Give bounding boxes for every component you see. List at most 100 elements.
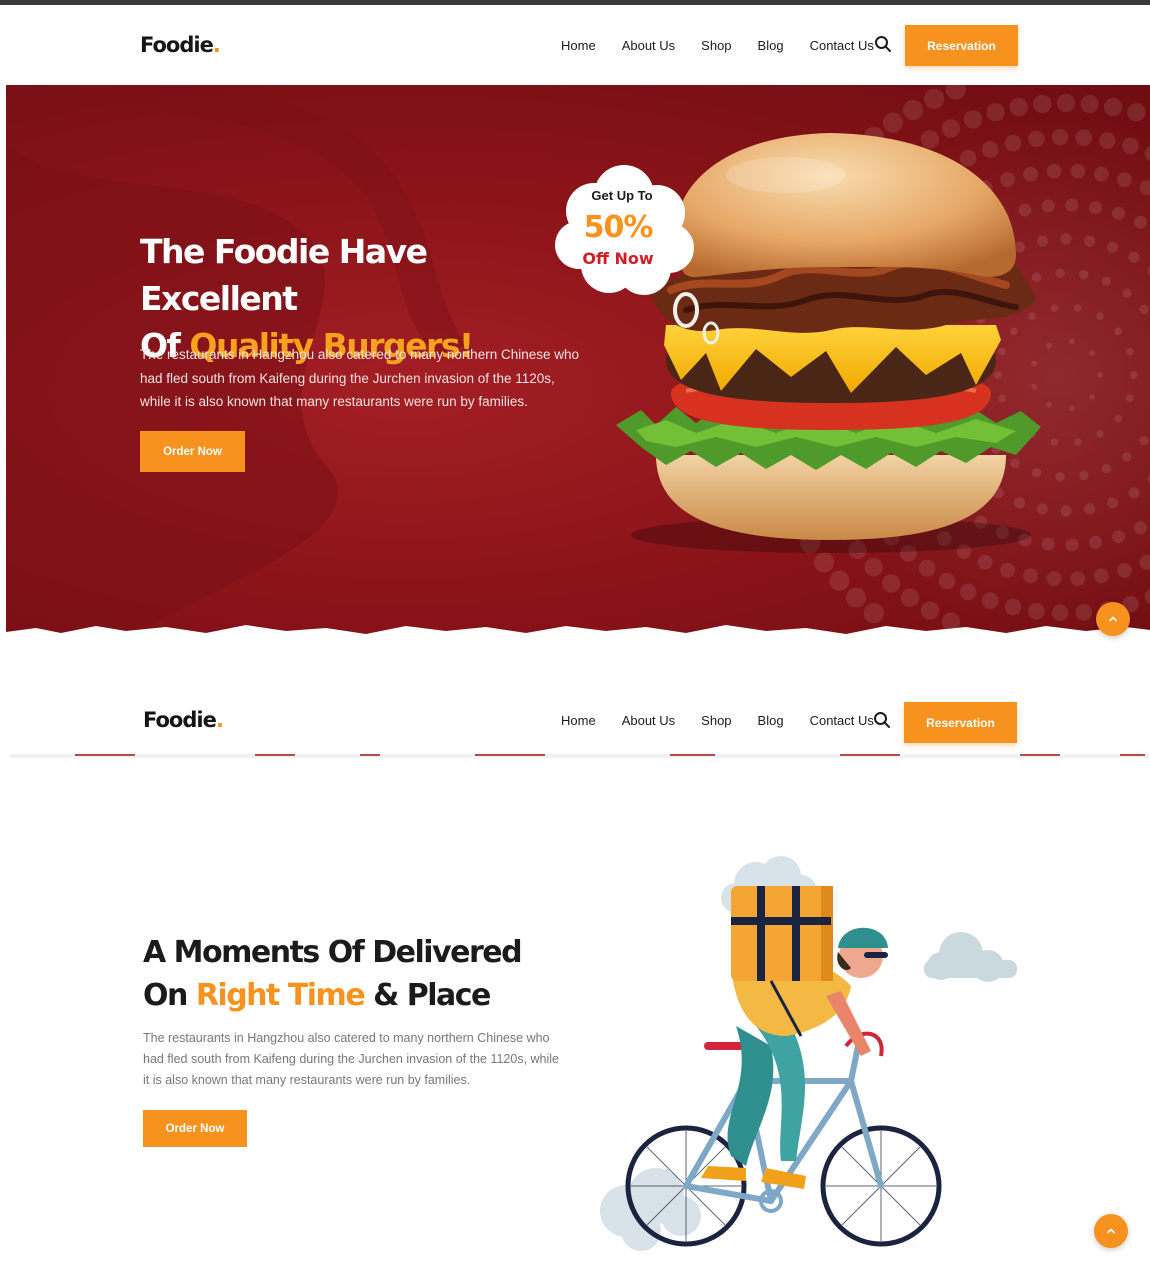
bg-dot: [1126, 347, 1134, 356]
bg-dot: [1114, 414, 1122, 423]
bg-dot: [1056, 93, 1076, 113]
bg-dot: [1084, 503, 1096, 515]
main-menu: Home About Us Shop Blog Contact Us: [561, 38, 900, 53]
bg-dot: [1117, 172, 1132, 187]
bg-dot: [1079, 269, 1089, 280]
promo-value: 50%: [583, 210, 654, 245]
logo[interactable]: Foodie.: [143, 708, 224, 732]
bg-dot: [900, 588, 920, 607]
promo-top-text: Get Up To: [591, 188, 653, 203]
nav-shop[interactable]: Shop: [701, 38, 731, 53]
search-icon[interactable]: [873, 711, 891, 729]
bg-dot: [1097, 372, 1103, 378]
bg-dot: [1134, 215, 1147, 229]
nav-blog[interactable]: Blog: [758, 713, 784, 728]
bg-dot: [923, 88, 945, 109]
bg-dot: [1023, 568, 1038, 584]
nav-about-us[interactable]: About Us: [622, 713, 675, 728]
nav-blog[interactable]: Blog: [758, 38, 784, 53]
hero-description: The restaurants in Hangzhou also catered…: [140, 347, 580, 409]
header: Foodie. Home About Us Shop Blog Contact …: [0, 5, 1150, 85]
bg-dot: [977, 554, 993, 570]
bg-dot: [1074, 304, 1082, 312]
bg-dot: [1099, 132, 1116, 149]
scroll-to-top-button[interactable]: [1094, 1214, 1128, 1248]
search-icon[interactable]: [874, 35, 892, 53]
nav-contact-us[interactable]: Contact Us: [810, 713, 874, 728]
bg-dot: [1101, 464, 1112, 474]
bg-dot: [1106, 241, 1119, 253]
bg-dot: [1139, 435, 1149, 446]
bg-dot: [1096, 430, 1104, 438]
delivery-rider-illustration: [600, 856, 1017, 1251]
bg-dot: [1128, 487, 1140, 499]
bg-dot: [1117, 563, 1132, 578]
bg-dot: [829, 570, 850, 591]
main-menu: Home About Us Shop Blog Contact Us: [561, 713, 900, 728]
nav-shop[interactable]: Shop: [701, 713, 731, 728]
bg-dot: [1112, 206, 1125, 220]
bg-dot: [1070, 163, 1086, 179]
bg-dot: [1055, 268, 1065, 278]
bg-dot: [1122, 288, 1132, 298]
nav-home[interactable]: Home: [561, 713, 596, 728]
bg-dot: [986, 103, 1005, 122]
nav-contact-us[interactable]: Contact Us: [810, 38, 874, 53]
bg-dot: [1070, 571, 1086, 587]
bg-dot: [902, 99, 924, 121]
bg-dot: [938, 572, 956, 590]
bg-dot: [845, 587, 867, 608]
bg-dot: [1104, 97, 1123, 117]
bg-dot: [1009, 97, 1028, 117]
bg-dot: [1055, 472, 1065, 482]
bg-dot: [1106, 497, 1119, 509]
bg-dot: [1079, 470, 1089, 481]
bg-dot: [1065, 538, 1079, 552]
bg-dot: [1130, 371, 1138, 379]
reservation-button[interactable]: Reservation: [904, 702, 1017, 743]
delivery-order-now-button[interactable]: Order Now: [143, 1110, 247, 1147]
chevron-up-icon: [1108, 616, 1118, 622]
hero-order-now-button[interactable]: Order Now: [140, 431, 245, 472]
bg-dot: [1060, 505, 1072, 517]
bg-dot: [1096, 312, 1104, 320]
delivery-title: A Moments Of Delivered On Right Time & P…: [143, 935, 523, 1013]
logo[interactable]: Foodie.: [140, 33, 221, 57]
bg-dot: [882, 574, 901, 593]
bg-dot: [1075, 129, 1093, 146]
bg-dot: [945, 85, 966, 100]
bg-dot: [1134, 521, 1147, 535]
bg-dot: [1114, 327, 1122, 336]
bg-dot: [981, 592, 999, 609]
bg-dot: [814, 552, 835, 573]
hero-banner: The Foodie Have Excellent Of Quality Bur…: [6, 85, 1150, 640]
nav-about-us[interactable]: About Us: [622, 38, 675, 53]
reservation-button[interactable]: Reservation: [905, 25, 1018, 66]
bg-dot: [1080, 94, 1099, 114]
nav-home[interactable]: Home: [561, 38, 596, 53]
bg-dot: [1094, 166, 1109, 182]
promo-bottom-text: Off Now: [582, 249, 654, 268]
sticky-header: Foodie. Home About Us Shop Blog Contact …: [0, 680, 1150, 758]
bg-dot: [1089, 350, 1095, 356]
bg-dot: [1060, 233, 1072, 245]
bg-dot: [1084, 235, 1096, 247]
bg-dot: [918, 559, 936, 577]
scroll-to-top-button[interactable]: [1096, 602, 1130, 636]
bg-dot: [1127, 103, 1146, 122]
bg-dot: [1089, 201, 1102, 215]
bg-dot: [1069, 405, 1075, 412]
bg-dot: [1089, 535, 1102, 549]
bg-dot: [959, 583, 977, 601]
bg-dot: [1122, 137, 1139, 155]
torn-paper-edge: [6, 625, 1150, 640]
bg-dot: [864, 558, 883, 577]
bg-dot: [1101, 276, 1112, 286]
bg-dot: [1122, 452, 1132, 462]
bg-dot: [1112, 530, 1125, 544]
bg-dot: [1069, 338, 1075, 345]
bg-dot: [1139, 304, 1149, 315]
bg-dot: [1074, 438, 1082, 446]
bg-dot: [1046, 571, 1062, 587]
bg-dot: [1126, 394, 1134, 403]
